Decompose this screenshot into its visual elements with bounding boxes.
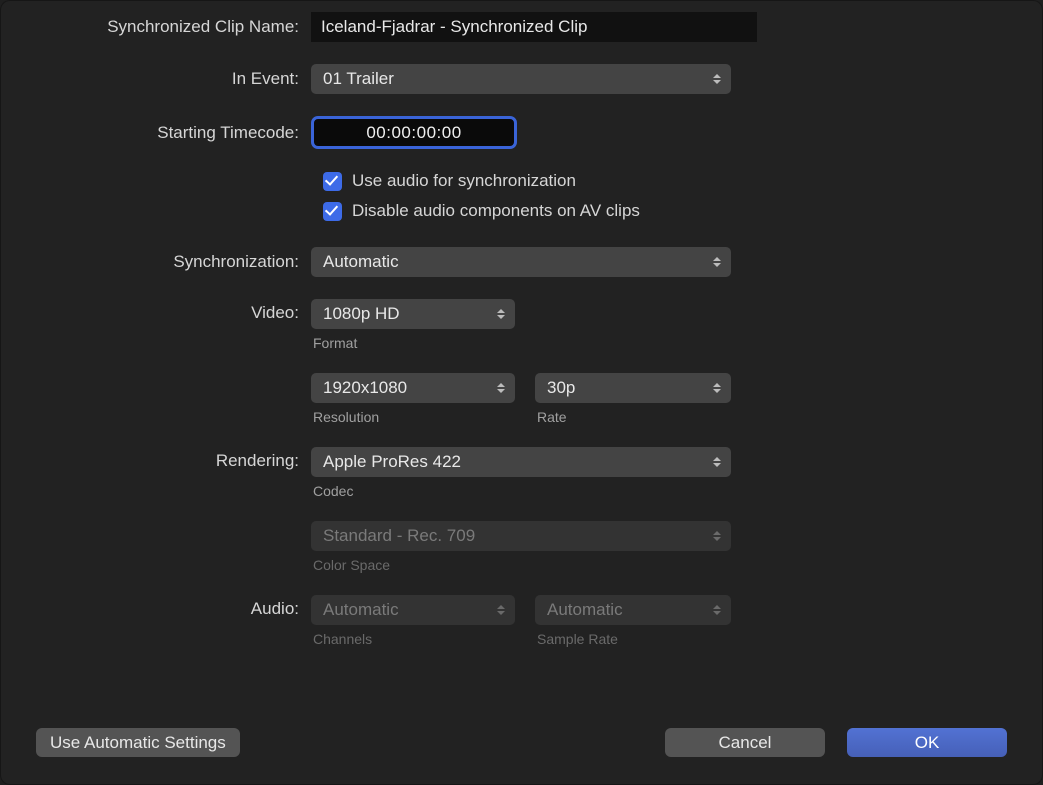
sync-label: Synchronization: — [0, 252, 311, 272]
video-format-sublabel: Format — [313, 335, 515, 351]
cancel-button[interactable]: Cancel — [665, 728, 825, 757]
use-audio-label: Use audio for synchronization — [352, 171, 576, 191]
rendering-label: Rendering: — [0, 447, 311, 471]
audio-channels-value: Automatic — [323, 600, 399, 620]
stepper-icon — [711, 71, 723, 87]
audio-channels-select: Automatic — [311, 595, 515, 625]
ok-button[interactable]: OK — [847, 728, 1007, 757]
audio-label: Audio: — [0, 595, 311, 619]
video-rate-sublabel: Rate — [537, 409, 731, 425]
stepper-icon — [495, 380, 507, 396]
video-resolution-value: 1920x1080 — [323, 378, 407, 398]
codec-sublabel: Codec — [313, 483, 731, 499]
audio-channels-sublabel: Channels — [313, 631, 515, 647]
use-audio-checkbox[interactable] — [323, 172, 342, 191]
stepper-icon — [495, 602, 507, 618]
disable-av-checkbox[interactable] — [323, 202, 342, 221]
timecode-field[interactable]: 00:00:00:00 — [311, 116, 517, 149]
stepper-icon — [711, 254, 723, 270]
timecode-label: Starting Timecode: — [0, 123, 311, 143]
sync-value: Automatic — [323, 252, 399, 272]
codec-select[interactable]: Apple ProRes 422 — [311, 447, 731, 477]
stepper-icon — [711, 528, 723, 544]
video-resolution-select[interactable]: 1920x1080 — [311, 373, 515, 403]
video-format-value: 1080p HD — [323, 304, 400, 324]
colorspace-value: Standard - Rec. 709 — [323, 526, 475, 546]
synchronize-clips-dialog: Synchronized Clip Name: In Event: 01 Tra… — [0, 0, 1043, 785]
audio-samplerate-value: Automatic — [547, 600, 623, 620]
sync-select[interactable]: Automatic — [311, 247, 731, 277]
clip-name-label: Synchronized Clip Name: — [0, 17, 311, 37]
stepper-icon — [711, 602, 723, 618]
in-event-label: In Event: — [0, 69, 311, 89]
video-rate-value: 30p — [547, 378, 575, 398]
video-resolution-sublabel: Resolution — [313, 409, 515, 425]
disable-av-label: Disable audio components on AV clips — [352, 201, 640, 221]
audio-samplerate-sublabel: Sample Rate — [537, 631, 731, 647]
clip-name-field[interactable] — [311, 12, 757, 42]
colorspace-select: Standard - Rec. 709 — [311, 521, 731, 551]
video-rate-select[interactable]: 30p — [535, 373, 731, 403]
in-event-select[interactable]: 01 Trailer — [311, 64, 731, 94]
video-format-select[interactable]: 1080p HD — [311, 299, 515, 329]
use-automatic-settings-button[interactable]: Use Automatic Settings — [36, 728, 240, 757]
stepper-icon — [711, 380, 723, 396]
stepper-icon — [495, 306, 507, 322]
colorspace-sublabel: Color Space — [313, 557, 731, 573]
stepper-icon — [711, 454, 723, 470]
in-event-value: 01 Trailer — [323, 69, 394, 89]
audio-samplerate-select: Automatic — [535, 595, 731, 625]
video-label: Video: — [0, 299, 311, 323]
codec-value: Apple ProRes 422 — [323, 452, 461, 472]
